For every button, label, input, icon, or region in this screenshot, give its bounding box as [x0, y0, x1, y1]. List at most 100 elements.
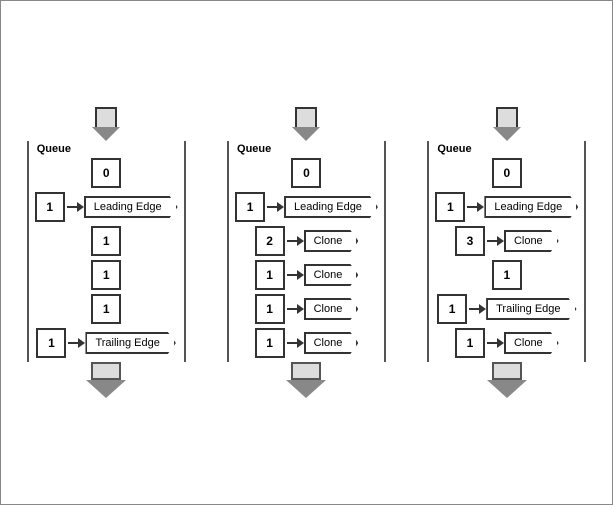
- queue-cell-4: 1: [255, 294, 285, 324]
- label-clone: Clone: [304, 298, 359, 320]
- queue-pipe: Queue01 Leading Edge1111 Trailing Edge: [27, 141, 186, 362]
- arrow-head: [487, 380, 527, 398]
- arrow-head: [297, 270, 304, 280]
- queue-row: 1 Clone: [455, 328, 559, 358]
- queue-cell-3: 1: [492, 260, 522, 290]
- arrow-right: [487, 338, 504, 348]
- queue-row: 0: [492, 158, 522, 188]
- arrow-shaft: [267, 206, 277, 208]
- arrow-right: [67, 202, 84, 212]
- diagram-diagram-1: Queue01 Leading Edge1111 Trailing Edge: [27, 107, 186, 398]
- arrow-head: [497, 338, 504, 348]
- queue-label: Queue: [35, 143, 71, 155]
- bottom-arrow: [86, 362, 126, 398]
- queue-cell-3: 1: [255, 260, 285, 290]
- label-clone: Clone: [504, 332, 559, 354]
- arrow-head: [297, 338, 304, 348]
- label-leading-edge: Leading Edge: [484, 196, 578, 218]
- arrow-head: [86, 380, 126, 398]
- arrow-shaft: [291, 362, 321, 380]
- arrow-head: [277, 202, 284, 212]
- queue-cell-5: 1: [36, 328, 66, 358]
- queue-cell-4: 1: [91, 294, 121, 324]
- top-arrow: [493, 107, 521, 141]
- arrow-right: [287, 236, 304, 246]
- queue-cell-1: 1: [35, 192, 65, 222]
- arrow-right: [467, 202, 484, 212]
- arrow-head: [78, 338, 85, 348]
- arrow-shaft: [95, 107, 117, 127]
- label-clone: Clone: [304, 230, 359, 252]
- arrow-head: [286, 380, 326, 398]
- queue-row: 1 Leading Edge: [35, 192, 178, 222]
- queue-cell-0: 0: [91, 158, 121, 188]
- label-clone: Clone: [304, 332, 359, 354]
- bottom-arrow: [286, 362, 326, 398]
- queue-cell-2: 1: [91, 226, 121, 256]
- arrow-shaft: [492, 362, 522, 380]
- queue-row: 1: [91, 294, 121, 324]
- arrow-right: [287, 304, 304, 314]
- queue-cell-5: 1: [255, 328, 285, 358]
- arrow-head: [297, 236, 304, 246]
- arrow-head: [479, 304, 486, 314]
- arrow-shaft: [287, 240, 297, 242]
- arrow-right: [68, 338, 85, 348]
- arrow-head: [77, 202, 84, 212]
- queue-row: 1 Clone: [255, 260, 359, 290]
- queue-pipe: Queue01 Leading Edge3 Clone11 Trailing E…: [427, 141, 586, 362]
- arrow-right: [287, 338, 304, 348]
- label-leading-edge: Leading Edge: [84, 196, 178, 218]
- arrow-shaft: [287, 342, 297, 344]
- queue-row: 0: [91, 158, 121, 188]
- arrow-right: [267, 202, 284, 212]
- queue-row: 1 Leading Edge: [435, 192, 578, 222]
- queue-row: 1 Clone: [255, 328, 359, 358]
- arrow-shaft: [91, 362, 121, 380]
- arrow-head: [297, 304, 304, 314]
- queue-cell-3: 1: [91, 260, 121, 290]
- queue-row: 1 Leading Edge: [235, 192, 378, 222]
- arrow-shaft: [496, 107, 518, 127]
- queue-cell-0: 0: [492, 158, 522, 188]
- top-arrow: [292, 107, 320, 141]
- arrow-shaft: [68, 342, 78, 344]
- label-leading-edge: Leading Edge: [284, 196, 378, 218]
- queue-cell-1: 1: [235, 192, 265, 222]
- arrow-right: [487, 236, 504, 246]
- arrow-head: [493, 127, 521, 141]
- arrow-head: [497, 236, 504, 246]
- queue-label: Queue: [435, 143, 471, 155]
- arrow-head: [292, 127, 320, 141]
- queue-row: 1 Trailing Edge: [437, 294, 576, 324]
- queue-label: Queue: [235, 143, 271, 155]
- arrow-shaft: [287, 308, 297, 310]
- arrow-shaft: [295, 107, 317, 127]
- queue-cell-2: 2: [255, 226, 285, 256]
- queue-row: 2 Clone: [255, 226, 359, 256]
- queue-row: 3 Clone: [455, 226, 559, 256]
- queue-pipe: Queue01 Leading Edge2 Clone1 Clone1 Clon…: [227, 141, 386, 362]
- arrow-shaft: [287, 274, 297, 276]
- queue-cell-0: 0: [291, 158, 321, 188]
- arrow-head: [477, 202, 484, 212]
- queue-row: 1 Trailing Edge: [36, 328, 175, 358]
- queue-row: 1: [91, 260, 121, 290]
- label-clone: Clone: [304, 264, 359, 286]
- queue-row: 1: [492, 260, 522, 290]
- diagram-diagram-3: Queue01 Leading Edge3 Clone11 Trailing E…: [427, 107, 586, 398]
- label-clone: Clone: [504, 230, 559, 252]
- queue-cell-2: 3: [455, 226, 485, 256]
- queue-cell-1: 1: [435, 192, 465, 222]
- arrow-shaft: [487, 342, 497, 344]
- diagram-diagram-2: Queue01 Leading Edge2 Clone1 Clone1 Clon…: [227, 107, 386, 398]
- queue-row: 0: [291, 158, 321, 188]
- arrow-shaft: [467, 206, 477, 208]
- queue-row: 1: [91, 226, 121, 256]
- top-arrow: [92, 107, 120, 141]
- label-trailing-edge: Trailing Edge: [85, 332, 175, 354]
- queue-row: 1 Clone: [255, 294, 359, 324]
- arrow-right: [469, 304, 486, 314]
- arrow-shaft: [469, 308, 479, 310]
- queue-cell-4: 1: [437, 294, 467, 324]
